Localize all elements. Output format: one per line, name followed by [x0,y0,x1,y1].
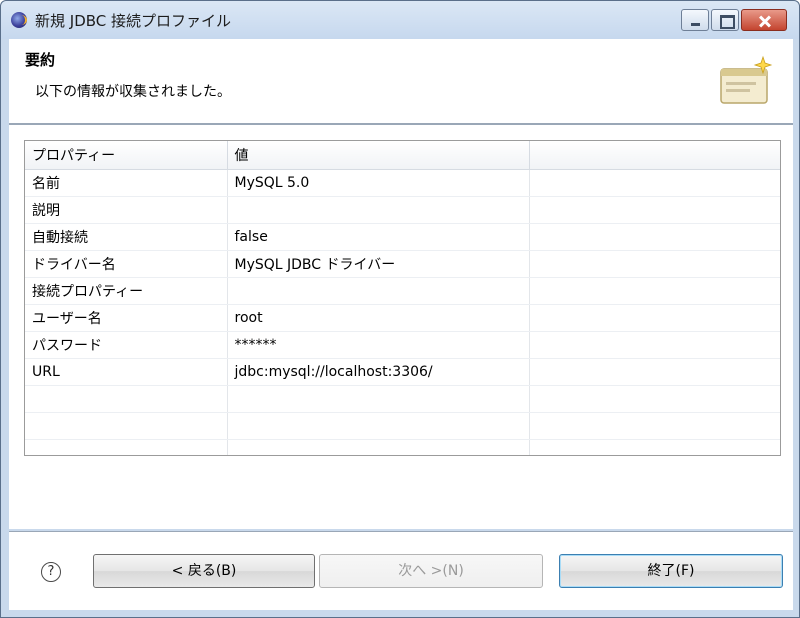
table-row [25,385,780,413]
content-area: プロパティー 値 名前 MySQL 5.0 説明 自動接続 false ドライバー名… [9,125,793,529]
summary-table: プロパティー 値 名前 MySQL 5.0 説明 自動接続 false ドライバー名… [24,140,781,456]
property-cell: 接続プロパティー [25,277,228,305]
button-bar: ? < 戻る(B) 次へ >(N) 終了(F) [9,532,793,610]
value-cell: root [227,304,530,332]
value-cell [227,439,530,455]
value-cell: MySQL 5.0 [227,169,530,197]
empty-cell [529,304,780,332]
empty-cell [529,277,780,305]
empty-cell [529,169,780,197]
table-row[interactable]: URL jdbc:mysql://localhost:3306/ [25,358,780,386]
table-row[interactable]: 接続プロパティー [25,277,780,305]
table-row[interactable]: パスワード ****** [25,331,780,359]
value-cell [227,277,530,305]
property-cell: URL [25,358,228,386]
page-title: 要約 [25,51,56,69]
value-cell [227,196,530,224]
value-cell [227,412,530,440]
value-cell: false [227,223,530,251]
empty-cell [529,412,780,440]
column-header-empty[interactable] [529,141,780,170]
value-cell: ****** [227,331,530,359]
empty-cell [529,250,780,278]
finish-button[interactable]: 終了(F) [559,554,783,588]
page-description: 以下の情報が収集されました。 [35,84,231,100]
dialog-window: 新規 JDBC 接続プロファイル 要約 以下の情報が収集されました。 プロパティ… [0,0,800,618]
empty-cell [529,358,780,386]
column-header-property[interactable]: プロパティー [25,141,228,170]
eclipse-icon [11,12,27,28]
property-cell: ユーザー名 [25,304,228,332]
column-header-value[interactable]: 値 [227,141,530,170]
title-bar[interactable]: 新規 JDBC 接続プロファイル [1,1,799,39]
empty-cell [529,385,780,413]
property-cell: ドライバー名 [25,250,228,278]
window-title: 新規 JDBC 接続プロファイル [35,12,232,30]
table-row[interactable]: 説明 [25,196,780,224]
empty-cell [529,196,780,224]
close-button[interactable] [741,9,787,31]
table-row[interactable]: 名前 MySQL 5.0 [25,169,780,197]
empty-cell [529,439,780,455]
property-cell [25,385,228,413]
table-row [25,439,780,455]
property-cell: パスワード [25,331,228,359]
table-header-row: プロパティー 値 [25,141,780,170]
property-cell [25,412,228,440]
table-row[interactable]: 自動接続 false [25,223,780,251]
value-cell: MySQL JDBC ドライバー [227,250,530,278]
next-button[interactable]: 次へ >(N) [319,554,543,588]
property-cell [25,439,228,455]
table-row [25,412,780,440]
property-cell: 自動接続 [25,223,228,251]
back-button[interactable]: < 戻る(B) [93,554,315,588]
table-row[interactable]: ユーザー名 root [25,304,780,332]
property-cell: 説明 [25,196,228,224]
wizard-header: 要約 以下の情報が収集されました。 [9,39,793,123]
minimize-button[interactable] [681,9,709,31]
help-icon[interactable]: ? [41,562,61,582]
table-row[interactable]: ドライバー名 MySQL JDBC ドライバー [25,250,780,278]
value-cell: jdbc:mysql://localhost:3306/ [227,358,530,386]
empty-cell [529,223,780,251]
maximize-button[interactable] [711,9,739,31]
wizard-banner-icon [720,55,773,104]
empty-cell [529,331,780,359]
property-cell: 名前 [25,169,228,197]
value-cell [227,385,530,413]
